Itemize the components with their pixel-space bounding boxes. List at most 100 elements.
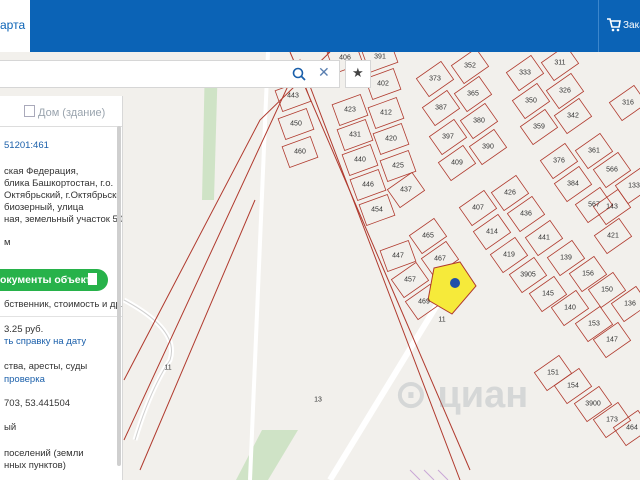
parcel-number-label: 380 — [473, 117, 485, 125]
parcel-number-label: 409 — [451, 159, 463, 167]
parcel-number-label: 431 — [349, 131, 361, 139]
parcel-number-label: 460 — [294, 148, 306, 156]
parcel-number-label: 13 — [314, 396, 322, 404]
parcel-number-label: 446 — [362, 181, 374, 189]
parcel-number-label: 426 — [504, 189, 516, 197]
object-documents-button[interactable]: окументы объекта — [0, 269, 108, 291]
parcel-number-label: 420 — [385, 135, 397, 143]
parcel-number-label: 173 — [606, 416, 618, 424]
parcel-number-label: 311 — [554, 59, 566, 67]
parcel-number-label: 3900 — [585, 400, 601, 408]
parcel-number-label: 387 — [435, 104, 447, 112]
coordinates: 703, 53.441504 — [4, 398, 71, 409]
address-line-4: биозерный, улица — [4, 202, 84, 213]
close-icon[interactable]: ✕ — [318, 64, 330, 81]
parcel-number-label: 441 — [538, 234, 550, 242]
watermark: ⊙ циан — [395, 374, 529, 416]
parcel-number-label: 457 — [404, 276, 416, 284]
parcel-number-label: 436 — [520, 210, 532, 218]
search-input[interactable] — [4, 65, 288, 85]
order-label: Зака — [623, 20, 640, 31]
parcel-number-label: 11 — [164, 364, 172, 372]
parcel-number-label: 454 — [371, 206, 383, 214]
parcel-number-label: 365 — [467, 90, 479, 98]
cadastral-number[interactable]: 51201:461 — [4, 140, 49, 151]
parcel-number-label: 145 — [542, 290, 554, 298]
parcel-number-label: 469 — [418, 298, 430, 306]
parcel-number-label: 391 — [374, 53, 386, 61]
cadastral-price: 3.25 руб. — [4, 324, 44, 335]
parcel-number-label: 154 — [567, 382, 579, 390]
parcel-number-label: 390 — [482, 143, 494, 151]
cart-icon — [607, 18, 621, 32]
parcel-number-label: 376 — [553, 157, 565, 165]
parcel-number-label: 419 — [503, 251, 515, 259]
order-certificate-link[interactable]: ть справку на дату — [4, 336, 86, 347]
search-icon[interactable] — [292, 67, 306, 81]
docs-subtitle: бственник, стоимость и др. — [4, 299, 123, 310]
search-box: ✕ — [0, 60, 340, 88]
parcel-number-label: 425 — [392, 162, 404, 170]
address-line-1: ская Федерация, — [4, 166, 79, 177]
info-panel: Дом (здание) 51201:461 ская Федерация, б… — [0, 96, 123, 480]
address-line-5: ная, земельный участок 50 — [4, 214, 123, 225]
parcel-number-label: 567 — [588, 201, 600, 209]
divider — [0, 316, 122, 317]
area-unit: м — [4, 237, 11, 248]
address-line-3: Октябрьский, г.Октябрьский, — [4, 190, 123, 201]
document-icon — [88, 273, 97, 285]
parcel-number-label: 443 — [287, 92, 299, 100]
parcel-number-label: 359 — [533, 123, 545, 131]
parcel-number-label: 407 — [472, 204, 484, 212]
panel-tabs: Дом (здание) — [0, 96, 122, 127]
star-icon: ★ — [352, 65, 364, 80]
parcel-number-label: 316 — [622, 99, 634, 107]
parcel-number-label: 402 — [377, 80, 389, 88]
parcel-number-label: 3905 — [520, 271, 536, 279]
tab-building-label: Дом (здание) — [38, 107, 106, 119]
status-value: ый — [4, 422, 17, 433]
parcel-number-label: 342 — [567, 112, 579, 120]
parcel-number-label: 326 — [559, 87, 571, 95]
parcel-number-label: 153 — [588, 320, 600, 328]
location-marker-icon — [450, 278, 460, 288]
parcel-number-label: 136 — [624, 300, 636, 308]
check-link[interactable]: проверка — [4, 374, 45, 385]
parcel-number-label: 464 — [626, 424, 638, 432]
parcel-number-label: 151 — [547, 369, 559, 377]
parcel-number-label: 423 — [344, 106, 356, 114]
parcel-number-label: 333 — [519, 69, 531, 77]
parcel-number-label: 465 — [422, 232, 434, 240]
parcel-number-label: 361 — [588, 147, 600, 155]
parcel-number-label: 133 — [628, 182, 640, 190]
parcel-number-label: 397 — [442, 133, 454, 141]
parcel-number-label: 450 — [290, 120, 302, 128]
parcel-number-label: 373 — [429, 75, 441, 83]
panel-scrollbar[interactable] — [117, 126, 121, 466]
parcel-number-label: 350 — [525, 97, 537, 105]
order-button[interactable]: Зака — [598, 0, 640, 52]
parcel-number-label: 11 — [438, 316, 446, 324]
address-line-2: блика Башкортостан, г.о. — [4, 178, 114, 189]
parcel-number-label: 440 — [354, 156, 366, 164]
parcel-number-label: 140 — [564, 304, 576, 312]
top-bar: арта Зака — [0, 0, 640, 52]
parcel-number-label: 447 — [392, 252, 404, 260]
parcel-number-label: 139 — [560, 254, 572, 262]
parcel-number-label: 143 — [606, 203, 618, 211]
land-category-1: поселений (земли — [4, 448, 84, 459]
parcel-number-label: 412 — [380, 109, 392, 117]
brand-text: арта — [0, 18, 26, 32]
parcel-number-label: 156 — [582, 270, 594, 278]
land-category-2: нных пунктов) — [4, 460, 66, 471]
parcel-number-label: 566 — [606, 166, 618, 174]
parcel-number-label: 384 — [567, 180, 579, 188]
favorite-button[interactable]: ★ — [345, 60, 371, 88]
parcel-number-label: 150 — [601, 286, 613, 294]
parcel-number-label: 421 — [607, 232, 619, 240]
brand-area[interactable]: арта — [0, 0, 30, 52]
parcel-number-label: 467 — [434, 255, 446, 263]
parcel-number-label: 352 — [464, 62, 476, 70]
parcel-number-label: 414 — [486, 228, 498, 236]
tab-building[interactable]: Дом (здание) — [24, 105, 105, 119]
